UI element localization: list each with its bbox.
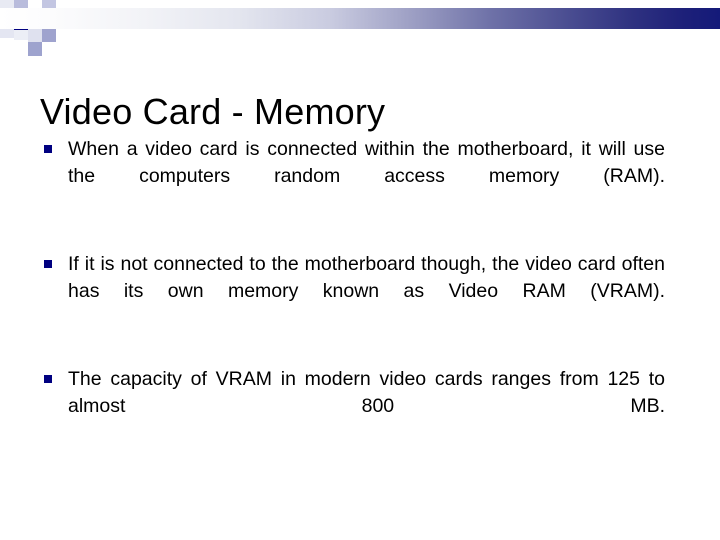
list-item: The capacity of VRAM in modern video car… (40, 366, 665, 447)
mosaic-square-15 (28, 42, 42, 56)
mosaic-square-16 (14, 40, 28, 46)
mosaic-square-10 (0, 28, 14, 38)
list-item: When a video card is connected within th… (40, 136, 665, 217)
list-item: If it is not connected to the motherboar… (40, 251, 665, 332)
square-bullet-icon (44, 375, 52, 383)
mosaic-square-14 (56, 28, 70, 38)
list-item-text: When a video card is connected within th… (68, 138, 665, 187)
list-item-text: The capacity of VRAM in modern video car… (68, 368, 665, 417)
mosaic-square-13 (42, 28, 56, 42)
slide: Video Card - Memory When a video card is… (0, 0, 720, 540)
square-bullet-icon (44, 145, 52, 153)
page-title: Video Card - Memory (40, 91, 386, 133)
header-gradient-band (0, 8, 720, 29)
mosaic-square-11 (14, 30, 28, 40)
mosaic-square-12 (28, 28, 42, 42)
list-item-text: If it is not connected to the motherboar… (68, 253, 665, 302)
square-bullet-icon (44, 260, 52, 268)
bullet-list: When a video card is connected within th… (40, 136, 665, 447)
